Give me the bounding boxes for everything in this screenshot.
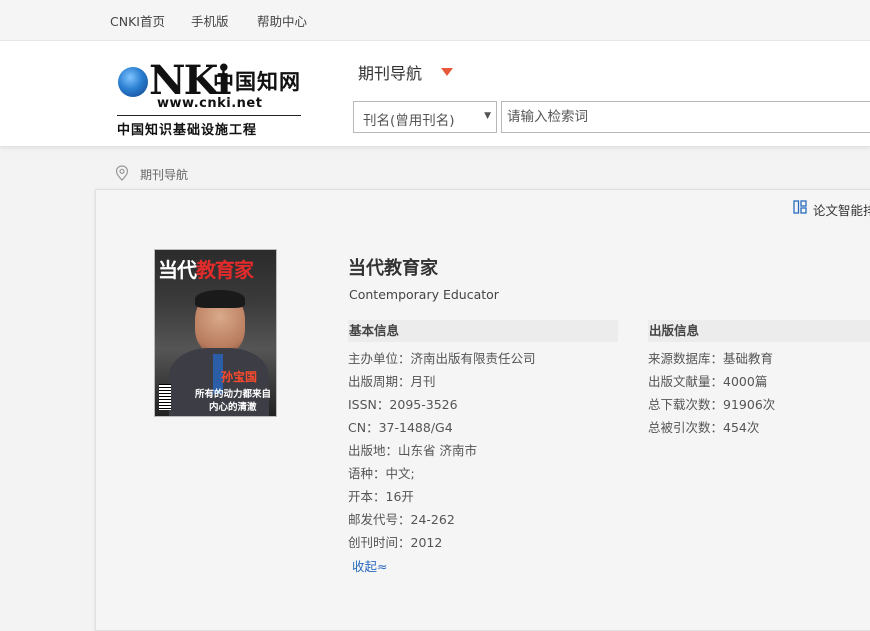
info-row-sponsor: 主办单位：济南出版有限责任公司	[348, 347, 536, 370]
info-label: 出版文献量：	[648, 374, 724, 389]
smart-sort-button[interactable]: 论文智能排	[813, 200, 870, 219]
info-label: ISSN：	[348, 397, 390, 412]
info-row-cn: CN：37-1488/G4	[348, 416, 536, 439]
cover-title: 当代教育家	[158, 254, 254, 283]
journal-detail-panel: 论文智能排 当代教育家 孙宝国 所有的动力都来自 内心的清澈 当代教育家 Con…	[95, 189, 870, 631]
info-row-postal-code: 邮发代号：24-262	[348, 508, 536, 531]
publish-info-list: 来源数据库：基础教育 出版文献量：4000篇 总下载次数：91906次 总被引次…	[648, 347, 775, 439]
info-value: 4000篇	[723, 374, 768, 389]
dropdown-arrow-icon: ▼	[484, 111, 491, 121]
cover-person-hair	[195, 290, 245, 308]
basic-info-list: 主办单位：济南出版有限责任公司 出版周期：月刊 ISSN：2095-3526 C…	[348, 347, 536, 554]
journal-english-title: Contemporary Educator	[349, 287, 499, 302]
info-value: 454次	[723, 420, 760, 435]
info-label: 总被引次数：	[648, 420, 724, 435]
journal-title: 当代教育家	[348, 258, 438, 279]
info-value: 16开	[385, 489, 414, 504]
info-row-frequency: 出版周期：月刊	[348, 370, 536, 393]
info-label: 语种：	[348, 466, 386, 481]
info-value: 24-262	[410, 512, 455, 527]
info-row-location: 出版地：山东省 济南市	[348, 439, 536, 462]
header: NKi 中国知网 www.cnki.net 中国知识基础设施工程 期刊导航 刊名…	[0, 41, 870, 147]
info-value: 91906次	[723, 397, 776, 412]
info-label: 开本：	[348, 489, 386, 504]
info-value: 2012	[410, 535, 443, 550]
info-row-downloads: 总下载次数：91906次	[648, 393, 775, 416]
search-field-selected: 刊名(曾用刊名)	[363, 113, 455, 129]
publish-info-heading: 出版信息	[648, 320, 870, 342]
journal-nav-title[interactable]: 期刊导航	[358, 60, 422, 84]
info-row-issn: ISSN：2095-3526	[348, 393, 536, 416]
info-row-format: 开本：16开	[348, 485, 536, 508]
search-field-select[interactable]: 刊名(曾用刊名) ▼	[353, 101, 497, 133]
info-row-source-db: 来源数据库：基础教育	[648, 347, 775, 370]
cover-title-white: 当代	[158, 258, 197, 282]
breadcrumb[interactable]: 期刊导航	[140, 166, 188, 183]
barcode-icon	[159, 384, 171, 410]
logo-url: www.cnki.net	[157, 96, 263, 111]
cover-headline-2: 内心的清澈	[209, 402, 257, 413]
info-row-language: 语种：中文;	[348, 462, 536, 485]
mobile-link[interactable]: 手机版	[191, 11, 229, 30]
info-label: 出版周期：	[348, 374, 411, 389]
search-input[interactable]	[501, 101, 870, 133]
info-value: 2095-3526	[389, 397, 458, 412]
info-value: 山东省 济南市	[398, 443, 477, 458]
logo-subtitle: 中国知识基础设施工程	[117, 123, 258, 138]
cover-title-red: 教育家	[196, 258, 254, 282]
info-label: 总下载次数：	[648, 397, 724, 412]
info-label: 主办单位：	[348, 351, 411, 366]
globe-icon	[118, 67, 148, 97]
cnki-logo[interactable]: NKi 中国知网 www.cnki.net 中国知识基础设施工程	[117, 59, 307, 138]
caret-down-icon[interactable]	[441, 68, 453, 76]
info-label: 来源数据库：	[648, 351, 724, 366]
info-value: 中文;	[385, 466, 415, 481]
location-pin-icon	[115, 165, 129, 181]
info-value: 基础教育	[723, 351, 774, 366]
logo-cn-name: 中国知网	[213, 69, 301, 94]
cover-person-name: 孙宝国	[221, 370, 258, 384]
collapse-link[interactable]: 收起≈	[352, 556, 387, 575]
info-row-doc-count: 出版文献量：4000篇	[648, 370, 775, 393]
journal-cover-image[interactable]: 当代教育家 孙宝国 所有的动力都来自 内心的清澈	[154, 249, 277, 417]
info-label: 邮发代号：	[348, 512, 411, 527]
info-row-founded: 创刊时间：2012	[348, 531, 536, 554]
layout-grid-icon[interactable]	[793, 200, 807, 214]
info-row-citations: 总被引次数：454次	[648, 416, 775, 439]
info-label: 出版地：	[348, 443, 399, 458]
top-bar: CNKI首页 手机版 帮助中心	[0, 0, 870, 41]
help-center-link[interactable]: 帮助中心	[257, 11, 307, 30]
cnki-home-link[interactable]: CNKI首页	[110, 11, 165, 30]
basic-info-heading: 基本信息	[348, 320, 618, 342]
logo-divider	[117, 115, 301, 116]
info-value: 37-1488/G4	[378, 420, 453, 435]
cover-headline-1: 所有的动力都来自	[195, 389, 272, 400]
info-value: 月刊	[410, 374, 436, 389]
info-label: CN：	[348, 420, 379, 435]
info-label: 创刊时间：	[348, 535, 411, 550]
info-value: 济南出版有限责任公司	[410, 351, 536, 366]
